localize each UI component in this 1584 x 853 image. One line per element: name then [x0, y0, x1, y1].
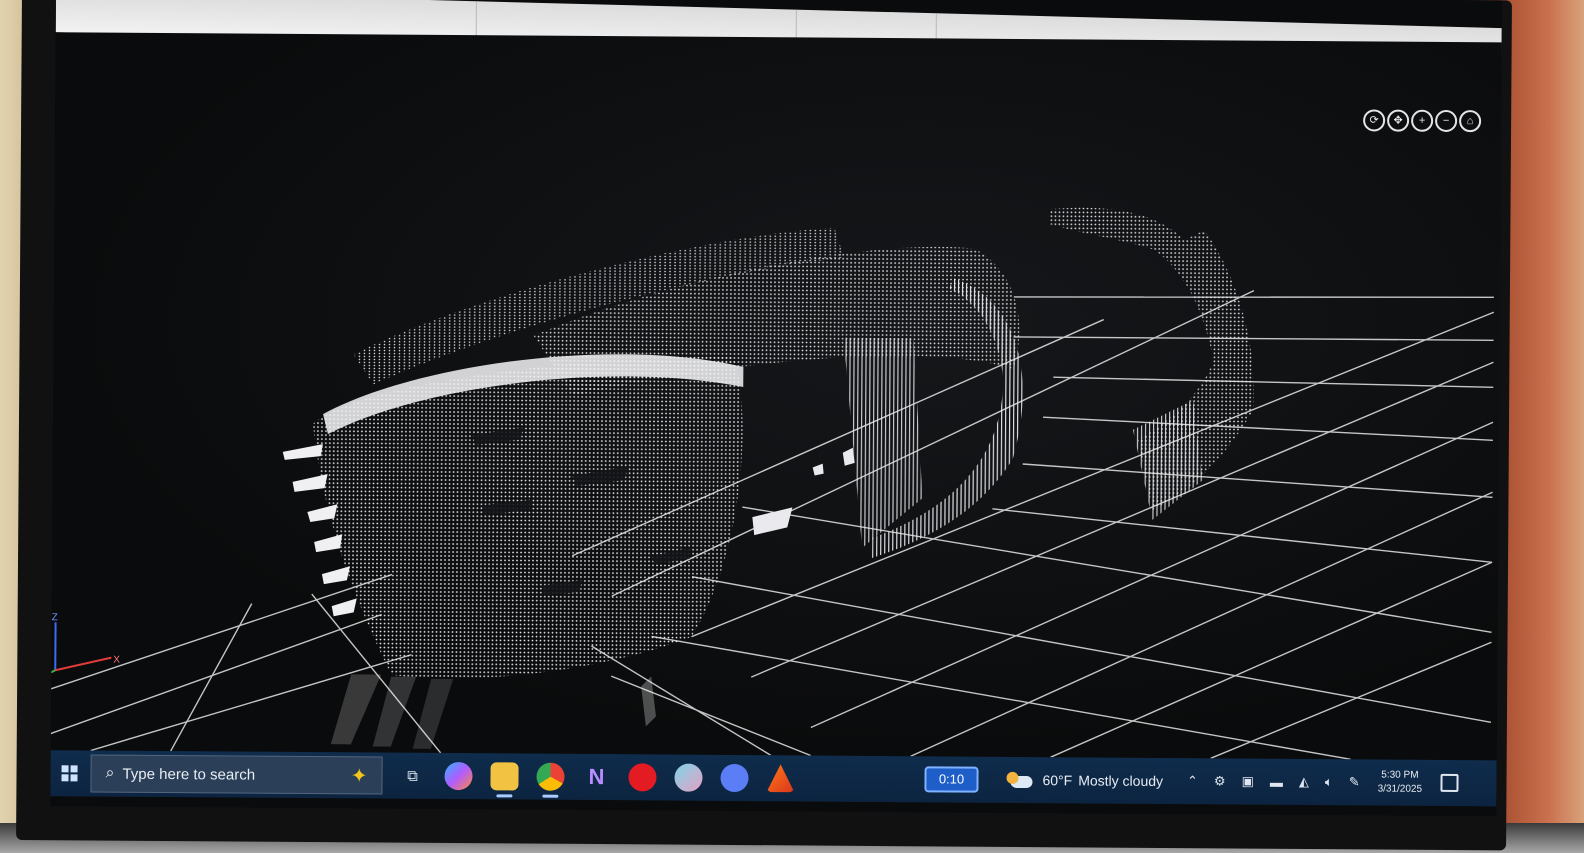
weather-widget[interactable]: 60°F Mostly cloudy [1008, 772, 1163, 789]
pan-icon[interactable]: ✥ [1387, 109, 1410, 132]
cloud-back-panel [1132, 400, 1203, 520]
monitor-bezel: Z X ⟳ ✥ + − ⌂ ⌕ Type here to search ✦ ⧉ … [16, 0, 1512, 851]
taskbar-search[interactable]: ⌕ Type here to search ✦ [90, 754, 383, 795]
bluetooth-icon[interactable]: ⚙ [1214, 773, 1226, 789]
matlab-icon[interactable] [766, 764, 794, 792]
screen-glare [330, 674, 656, 749]
task-view-icon[interactable]: ⧉ [398, 762, 426, 790]
grid-line [1043, 416, 1493, 441]
search-highlight-icon[interactable]: ✦ [351, 763, 368, 788]
point-cloud-object [282, 207, 1254, 679]
monitor-screen: Z X ⟳ ✥ + − ⌂ ⌕ Type here to search ✦ ⧉ … [50, 0, 1502, 817]
axis-z-label: Z [52, 612, 58, 623]
grid-line [1022, 463, 1493, 498]
point-cloud-scene: Z X [50, 207, 1495, 760]
grid-line [651, 635, 1351, 760]
start-button[interactable] [54, 758, 84, 788]
taskbar-clock[interactable]: 5:30 PM 3/31/2025 [1378, 768, 1423, 796]
chevron-up-icon[interactable]: ⌃ [1187, 773, 1198, 789]
discord-icon[interactable] [720, 763, 749, 793]
cloud-side-panel [843, 337, 923, 548]
file-explorer-icon[interactable] [490, 762, 519, 791]
clock-date: 3/31/2025 [1377, 783, 1423, 795]
cloud-sun-icon [1008, 772, 1034, 788]
grid-line [1013, 336, 1494, 341]
axis-triad: Z X [50, 612, 120, 682]
taskbar: ⌕ Type here to search ✦ ⧉ N 0:10 60°F Mo… [50, 750, 1497, 807]
weather-temperature: 60°F [1042, 772, 1073, 789]
recording-timer[interactable]: 0:10 [924, 766, 979, 793]
grid-line [50, 613, 382, 738]
volume-icon[interactable]: 🔈︎ [1325, 774, 1333, 790]
grid-line [1053, 376, 1494, 388]
red-app-icon[interactable] [628, 763, 657, 792]
search-placeholder: Type here to search [122, 765, 256, 784]
chrome-icon[interactable] [536, 762, 565, 791]
axis-x-label: X [113, 655, 120, 666]
zoom-in-icon[interactable]: + [1411, 109, 1434, 132]
grid-line [691, 576, 1492, 723]
grid-line [742, 506, 1492, 633]
system-tray: ⌃ ⚙ ▣ ▬ ◭ 🔈︎ ✎ [1187, 773, 1360, 790]
weather-condition: Mostly cloudy [1078, 772, 1164, 789]
pinned-apps: ⧉ N [398, 761, 794, 793]
cloud-fragment [752, 447, 855, 536]
display-icon[interactable]: ▣ [1242, 774, 1254, 790]
grid-line [170, 603, 253, 752]
network-icon[interactable]: ◭ [1299, 774, 1309, 790]
app-icon-2[interactable] [674, 763, 703, 792]
windows-icon [61, 765, 78, 782]
search-icon: ⌕ [105, 764, 115, 782]
viewport-toolbar: ⟳ ✥ + − ⌂ [1363, 109, 1482, 133]
grid-line [1013, 296, 1494, 298]
grid-line [591, 645, 772, 756]
zoom-out-icon[interactable]: − [1435, 109, 1458, 133]
orbit-icon[interactable]: ⟳ [1363, 109, 1386, 132]
copilot-icon[interactable] [444, 761, 473, 791]
grid-line [910, 491, 1493, 757]
grid-line [1050, 561, 1493, 758]
pen-icon[interactable]: ✎ [1349, 774, 1360, 790]
point-cloud-viewport[interactable]: Z X ⟳ ✥ + − ⌂ [50, 32, 1502, 761]
visual-studio-icon[interactable]: N [582, 763, 610, 791]
battery-icon[interactable]: ▬ [1270, 774, 1283, 789]
grid-line [610, 675, 811, 757]
notification-icon[interactable] [1440, 773, 1459, 793]
home-icon[interactable]: ⌂ [1459, 110, 1482, 133]
clock-time: 5:30 PM [1381, 769, 1419, 781]
grid-line [992, 508, 1493, 563]
strip-cell [55, 0, 477, 38]
